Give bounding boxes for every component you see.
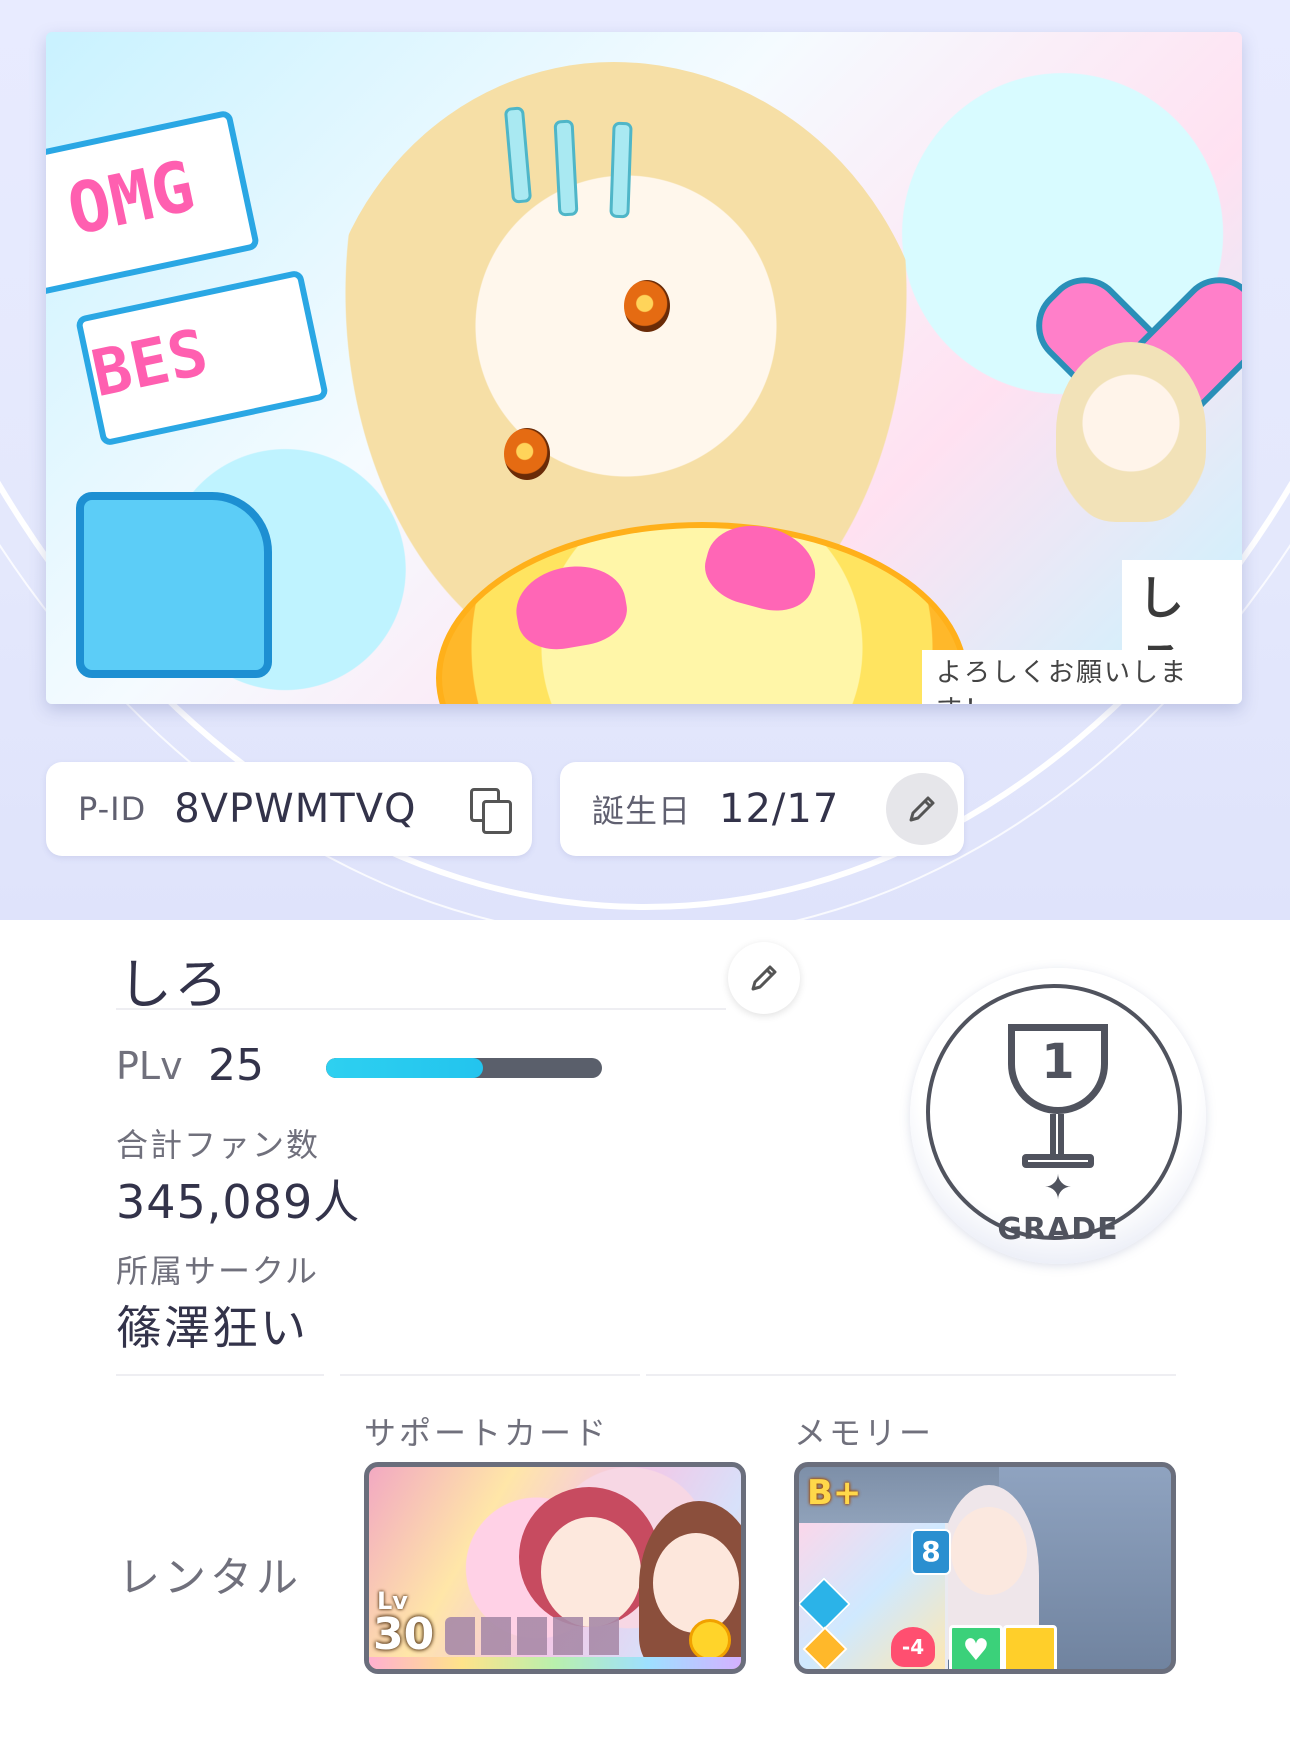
plv-label: PLv: [116, 1044, 183, 1088]
circle-label: 所属サークル: [116, 1252, 320, 1290]
pid-pill: P-ID 8VPWMTVQ: [46, 762, 532, 856]
sparkle-icon: ✦: [1043, 1168, 1073, 1208]
grade-rank: 1: [1041, 1034, 1075, 1090]
trophy-base: [1022, 1154, 1094, 1168]
support-card-slot[interactable]: Lv 30: [364, 1462, 746, 1674]
total-fans-value: 345,089人: [116, 1175, 361, 1229]
pid-label: P-ID: [78, 790, 147, 828]
edit-birthday-button[interactable]: [886, 773, 958, 845]
section-divider: [116, 1374, 324, 1376]
character-eye: [504, 428, 550, 480]
birthday-label: 誕生日: [592, 792, 692, 830]
profile-banner[interactable]: OMG BES しろ よろしくお願いします！: [46, 32, 1242, 704]
memory-slot[interactable]: B+ 8 -4 ♥: [794, 1462, 1176, 1674]
copy-icon[interactable]: [470, 788, 512, 834]
banner-message: よろしくお願いします！: [922, 650, 1242, 704]
banner-sign-bes: BES: [74, 269, 330, 447]
pencil-icon: [751, 965, 777, 991]
card-art: [653, 1533, 739, 1633]
memory-rank-badge: B+: [807, 1473, 862, 1513]
plv-progress-fill: [326, 1058, 484, 1078]
chibi-avatar: [1056, 342, 1206, 522]
pid-value: 8VPWMTVQ: [174, 786, 417, 832]
card-art: [541, 1517, 641, 1627]
total-fans-label: 合計ファン数: [116, 1126, 321, 1164]
type-icon: [1003, 1625, 1057, 1669]
rental-label: レンタル: [118, 1553, 303, 1602]
memory-header: メモリー: [794, 1414, 935, 1452]
support-rarity-icons: [445, 1617, 625, 1655]
grade-badge[interactable]: 1 ✦ GRADE: [910, 968, 1206, 1264]
heart-modifier-icon: -4: [891, 1627, 935, 1667]
grade-label: GRADE: [997, 1212, 1119, 1247]
section-divider: [340, 1374, 640, 1376]
trophy-stem: [1050, 1114, 1064, 1154]
rarity-bar: [369, 1657, 741, 1669]
name-divider: [116, 1008, 726, 1010]
support-card-header: サポートカード: [364, 1414, 610, 1452]
memory-art: [951, 1507, 1027, 1595]
edit-name-button[interactable]: [728, 942, 800, 1014]
pixel-heart-icon: [1066, 222, 1226, 362]
hairclip: [609, 121, 633, 219]
birthday-value: 12/17: [719, 786, 840, 832]
section-divider: [646, 1374, 1176, 1376]
support-lv-value: 30: [373, 1609, 435, 1660]
birthday-pill: 誕生日 12/17: [560, 762, 964, 856]
plv-progress-bar: [326, 1058, 602, 1078]
plv-value: 25: [208, 1040, 264, 1091]
support-type-icon: [689, 1619, 731, 1661]
pencil-icon: [909, 796, 935, 822]
character-eye: [624, 280, 670, 332]
heart-icon: ♥: [949, 1625, 1003, 1669]
banner-sign-omg: OMG: [46, 109, 261, 297]
thumbs-up-icon: [76, 492, 272, 678]
memory-cost-badge: 8: [911, 1529, 951, 1575]
circle-value: 篠澤狂い: [116, 1301, 308, 1355]
